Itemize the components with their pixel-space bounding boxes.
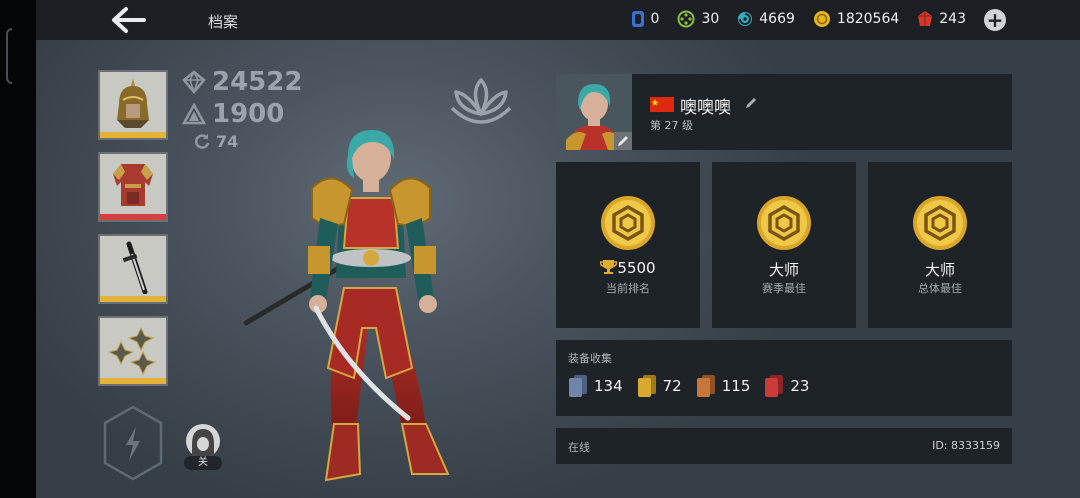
currency-tokens[interactable]: 0	[631, 10, 660, 28]
status-bar: 在线 ID: 8333159	[556, 428, 1012, 464]
collection-item: 115	[696, 374, 751, 398]
collection-count: 72	[662, 377, 682, 395]
edit-name-pencil-icon[interactable]	[744, 96, 758, 110]
currency-swirl[interactable]: 4669	[737, 11, 795, 27]
player-level: 第 27 级	[650, 119, 693, 132]
gold-medal-icon	[757, 196, 811, 250]
equip-slot-sword[interactable]	[98, 234, 168, 304]
pencil-icon	[618, 136, 628, 146]
shuriken-icon	[107, 326, 157, 376]
teal-swirl-icon	[738, 12, 753, 26]
arrow-left-icon	[112, 7, 146, 33]
currency-value: 30	[701, 11, 720, 27]
ninja-character-model	[243, 130, 450, 482]
currency-bar: 0 30 4669 1820564 243	[631, 10, 966, 28]
rank-label: 当前排名	[606, 282, 650, 295]
rarity-bar	[100, 214, 166, 220]
currency-value: 4669	[759, 11, 795, 27]
collection-header: 装备收集	[568, 352, 612, 365]
add-currency-button[interactable]: +	[984, 9, 1006, 31]
currency-value: 243	[939, 11, 966, 27]
armor-icon	[113, 164, 153, 206]
power-diamond-icon	[182, 70, 206, 94]
rank-card-season-best[interactable]: 大师 赛季最佳	[712, 162, 856, 328]
profile-screen: 档案 0 30 4669 1820564 243 + 24522 1900 74…	[36, 0, 1080, 498]
red-gem-icon	[918, 11, 933, 26]
trophy-icon	[600, 260, 618, 274]
top-bar: 档案 0 30 4669 1820564 243 +	[36, 0, 1080, 40]
rank-value: 5500	[556, 259, 700, 277]
equip-slot-shuriken[interactable]	[98, 316, 168, 386]
china-flag-icon	[650, 97, 674, 112]
equip-slot-armor[interactable]	[98, 152, 168, 222]
lightning-hex-icon[interactable]	[102, 405, 164, 481]
collection-item: 72	[637, 374, 682, 398]
online-status: 在线	[568, 441, 590, 454]
green-dice-icon	[677, 10, 695, 28]
player-id: ID: 8333159	[932, 439, 1000, 452]
power-value: 24522	[212, 67, 303, 97]
refresh-icon	[194, 134, 210, 149]
toggle-label: 关	[184, 456, 222, 470]
currency-value: 0	[650, 11, 660, 27]
back-button[interactable]	[108, 6, 148, 34]
equipment-column	[98, 70, 168, 398]
collection-item: 23	[764, 374, 809, 398]
rank-label: 总体最佳	[918, 282, 962, 295]
card-orange-icon	[696, 375, 715, 397]
card-gold-icon	[637, 375, 656, 397]
hood-avatar-icon	[186, 424, 220, 458]
rating-value: 1900	[212, 99, 285, 129]
avatar-visibility-toggle[interactable]: 关	[184, 424, 222, 470]
rank-value: 大师	[768, 261, 799, 279]
rating-stat: 1900	[182, 98, 302, 130]
card-blue-icon	[569, 375, 587, 397]
gold-coin-icon	[813, 11, 830, 27]
plus-icon: +	[986, 7, 1004, 32]
gold-medal-icon	[913, 196, 967, 250]
device-edge	[0, 0, 36, 498]
card-red-icon	[765, 375, 784, 397]
currency-dice[interactable]: 30	[677, 10, 719, 28]
collection-count: 23	[790, 377, 810, 395]
collection-count: 134	[594, 377, 623, 395]
rarity-bar	[100, 378, 166, 384]
collection-item: 134	[568, 374, 623, 398]
rank-card-overall-best[interactable]: 大师 总体最佳	[868, 162, 1012, 328]
rank-number: 5500	[617, 259, 656, 277]
rating-triangle-icon	[182, 103, 206, 125]
player-name: 噢噢噢	[680, 98, 731, 118]
rarity-bar	[100, 296, 166, 302]
device-notch	[6, 28, 12, 84]
rank-value: 大师	[924, 261, 955, 279]
rank-label: 赛季最佳	[762, 282, 806, 295]
currency-gems[interactable]: 243	[917, 10, 966, 28]
rarity-bar	[100, 132, 166, 138]
power-stat: 24522	[182, 66, 302, 98]
page-title: 档案	[208, 13, 239, 31]
upgrade-value: 74	[216, 131, 239, 151]
currency-gold[interactable]: 1820564	[813, 10, 899, 28]
profile-card[interactable]: 噢噢噢 第 27 级	[556, 74, 1012, 150]
helmet-icon	[117, 78, 149, 128]
collection-count: 115	[721, 377, 751, 395]
gold-medal-icon	[601, 196, 655, 250]
equip-slot-helmet[interactable]	[98, 70, 168, 140]
equipment-collection-panel[interactable]: 装备收集 134 72 115 23	[556, 340, 1012, 416]
currency-value: 1820564	[836, 11, 900, 27]
rank-card-current[interactable]: 5500 当前排名	[556, 162, 700, 328]
collection-counts: 134 72 115 23	[568, 374, 809, 398]
edit-portrait-button[interactable]	[614, 132, 632, 150]
lotus-emblem-icon	[450, 78, 512, 124]
blue-token-icon	[631, 11, 644, 27]
sword-icon	[122, 241, 148, 294]
